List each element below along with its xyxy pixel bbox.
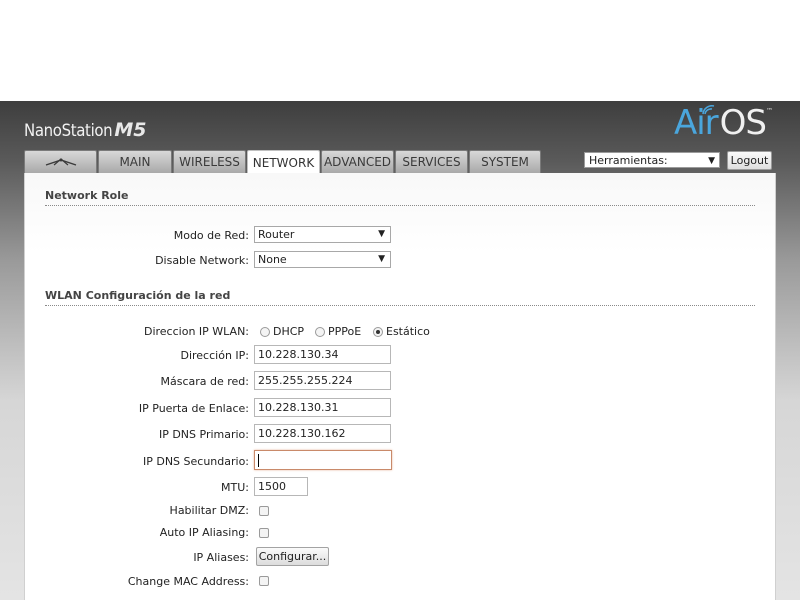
section-title-network-role: Network Role: [45, 189, 755, 206]
ip-address-input[interactable]: 10.228.130.34: [254, 345, 391, 364]
gateway-label: IP Puerta de Enlace:: [138, 402, 249, 415]
ip-address-label: Dirección IP:: [180, 349, 249, 362]
logo-os-text: OS: [719, 103, 767, 143]
network-mode-select[interactable]: Router ▼: [254, 226, 391, 243]
tools-dropdown-value: Herramientas:: [589, 154, 668, 167]
change-mac-checkbox[interactable]: [259, 576, 269, 586]
mtu-input[interactable]: 1500: [254, 477, 308, 496]
chevron-down-icon: ▼: [708, 156, 715, 166]
section-title-wlan: WLAN Configuración de la red: [45, 289, 755, 306]
ip-aliases-label: IP Aliases:: [193, 551, 249, 564]
text-cursor: [258, 453, 259, 467]
router-admin-app: NanoStation M5 Air OS ™ MAIN WIRELESS NE…: [0, 101, 800, 600]
dns-secondary-input[interactable]: [254, 450, 392, 470]
disable-network-label: Disable Network:: [155, 254, 249, 267]
tab-wireless[interactable]: WIRELESS: [173, 150, 246, 173]
radio-pppoe[interactable]: [315, 327, 325, 337]
wifi-signal-icon: [702, 104, 715, 115]
disable-network-select[interactable]: None ▼: [254, 251, 391, 268]
change-mac-label: Change MAC Address:: [127, 575, 249, 588]
dns-primary-input[interactable]: 10.228.130.162: [254, 424, 391, 443]
tab-system[interactable]: SYSTEM: [469, 150, 541, 173]
ip-aliasing-label: Auto IP Aliasing:: [159, 526, 249, 539]
tab-network[interactable]: NETWORK: [247, 150, 320, 174]
netmask-label: Máscara de red:: [160, 375, 250, 388]
radio-static[interactable]: [373, 327, 383, 337]
tab-ubiquiti-logo[interactable]: [24, 150, 97, 173]
tab-advanced[interactable]: ADVANCED: [321, 150, 394, 173]
tools-dropdown[interactable]: Herramientas: ▼: [584, 152, 720, 168]
mode-label: Modo de Red:: [173, 229, 249, 242]
radio-static-label: Estático: [386, 325, 430, 338]
product-brand: NanoStation M5: [24, 119, 147, 143]
chevron-down-icon: ▼: [378, 254, 385, 264]
radio-pppoe-label: PPPoE: [328, 325, 362, 338]
gateway-input[interactable]: 10.228.130.31: [254, 398, 391, 417]
disable-network-value: None: [258, 253, 287, 266]
tab-services[interactable]: SERVICES: [395, 150, 468, 173]
logo-trademark: ™: [766, 107, 773, 115]
ip-mode-label: Direccion IP WLAN:: [143, 325, 249, 338]
brand-name: NanoStation: [24, 121, 113, 141]
radio-dhcp-label: DHCP: [273, 325, 305, 338]
brand-model: M5: [114, 119, 147, 141]
logout-button[interactable]: Logout: [727, 151, 772, 170]
ip-aliasing-checkbox[interactable]: [259, 528, 269, 538]
chevron-down-icon: ▼: [378, 229, 385, 239]
main-tabs: MAIN WIRELESS NETWORK ADVANCED SERVICES …: [24, 150, 542, 174]
netmask-input[interactable]: 255.255.255.224: [254, 371, 391, 390]
mtu-label: MTU:: [221, 481, 249, 494]
dns-secondary-label: IP DNS Secundario:: [142, 455, 249, 468]
airos-logo: Air OS ™: [674, 103, 773, 143]
network-settings-panel: Network Role Modo de Red: Router ▼ Disab…: [24, 173, 776, 600]
dmz-checkbox[interactable]: [259, 506, 269, 516]
configure-aliases-button[interactable]: Configurar...: [256, 547, 329, 566]
dns-primary-label: IP DNS Primario:: [158, 428, 249, 441]
tab-main[interactable]: MAIN: [98, 150, 172, 173]
dmz-label: Habilitar DMZ:: [169, 504, 249, 517]
ubiquiti-logo-icon: [45, 158, 76, 166]
radio-dhcp[interactable]: [260, 327, 270, 337]
network-mode-value: Router: [258, 228, 295, 241]
